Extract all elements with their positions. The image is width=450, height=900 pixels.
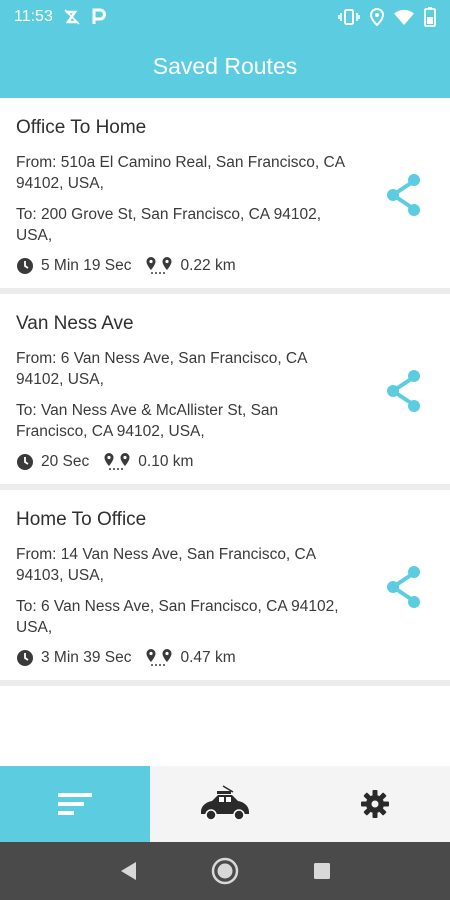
distance-pins-icon <box>145 256 173 276</box>
bottom-nav <box>0 766 450 842</box>
route-to: To: 6 Van Ness Ave, San Francisco, CA 94… <box>16 598 339 636</box>
tab-drive[interactable] <box>150 766 300 842</box>
app-header: Saved Routes <box>0 34 450 98</box>
route-duration: 3 Min 39 Sec <box>41 649 132 666</box>
route-title: Office To Home <box>16 117 147 138</box>
back-icon <box>121 862 137 880</box>
share-button[interactable] <box>382 562 426 612</box>
route-card[interactable]: Van Ness Ave From: 6 Van Ness Ave, San F… <box>0 294 450 490</box>
route-title: Van Ness Ave <box>16 313 134 334</box>
route-meta: 5 Min 19 Sec 0.22 km <box>16 256 350 276</box>
battery-icon <box>424 7 436 27</box>
route-meta: 20 Sec 0.10 km <box>16 452 350 472</box>
status-left: 11:53 <box>14 8 107 26</box>
route-to: To: Van Ness Ave & McAllister St, San Fr… <box>16 402 279 440</box>
status-time: 11:53 <box>14 8 53 25</box>
share-icon <box>387 174 420 216</box>
share-icon <box>387 370 420 412</box>
clock-icon <box>16 453 34 471</box>
parking-p-icon <box>91 8 107 26</box>
route-from: From: 6 Van Ness Ave, San Francisco, CA … <box>16 350 307 388</box>
route-duration: 5 Min 19 Sec <box>41 257 132 274</box>
route-to: To: 200 Grove St, San Francisco, CA 9410… <box>16 206 321 244</box>
route-from: From: 14 Van Ness Ave, San Francisco, CA… <box>16 546 316 584</box>
no-sync-icon <box>63 8 81 26</box>
list-icon <box>58 793 92 815</box>
clock-icon <box>16 649 34 667</box>
share-icon <box>387 566 420 608</box>
route-meta: 3 Min 39 Sec 0.47 km <box>16 648 350 668</box>
gear-icon <box>361 790 389 818</box>
share-button[interactable] <box>382 170 426 220</box>
page-title: Saved Routes <box>152 52 298 79</box>
clock-icon <box>16 257 34 275</box>
location-icon <box>370 8 384 26</box>
vibrate-icon <box>338 8 360 26</box>
route-from: From: 510a El Camino Real, San Francisco… <box>16 154 345 192</box>
status-bar: 11:53 <box>0 0 450 34</box>
home-icon <box>211 857 239 885</box>
home-button[interactable] <box>205 851 245 891</box>
recents-button[interactable] <box>302 851 342 891</box>
wifi-icon <box>394 9 414 25</box>
tab-saved-routes[interactable] <box>0 766 150 842</box>
system-nav-bar <box>0 842 450 900</box>
share-button[interactable] <box>382 366 426 416</box>
route-distance: 0.22 km <box>180 257 236 274</box>
status-right <box>338 7 436 27</box>
route-list: Office To Home From: 510a El Camino Real… <box>0 98 450 686</box>
car-icon <box>201 785 249 821</box>
recents-icon <box>313 863 330 879</box>
distance-pins-icon <box>145 648 173 668</box>
route-title: Home To Office <box>16 509 147 530</box>
tab-settings[interactable] <box>300 766 450 842</box>
route-duration: 20 Sec <box>41 453 90 470</box>
route-distance: 0.47 km <box>180 649 236 666</box>
back-button[interactable] <box>108 851 148 891</box>
route-card[interactable]: Home To Office From: 14 Van Ness Ave, Sa… <box>0 490 450 686</box>
distance-pins-icon <box>103 452 131 472</box>
route-distance: 0.10 km <box>138 453 194 470</box>
route-card[interactable]: Office To Home From: 510a El Camino Real… <box>0 98 450 294</box>
